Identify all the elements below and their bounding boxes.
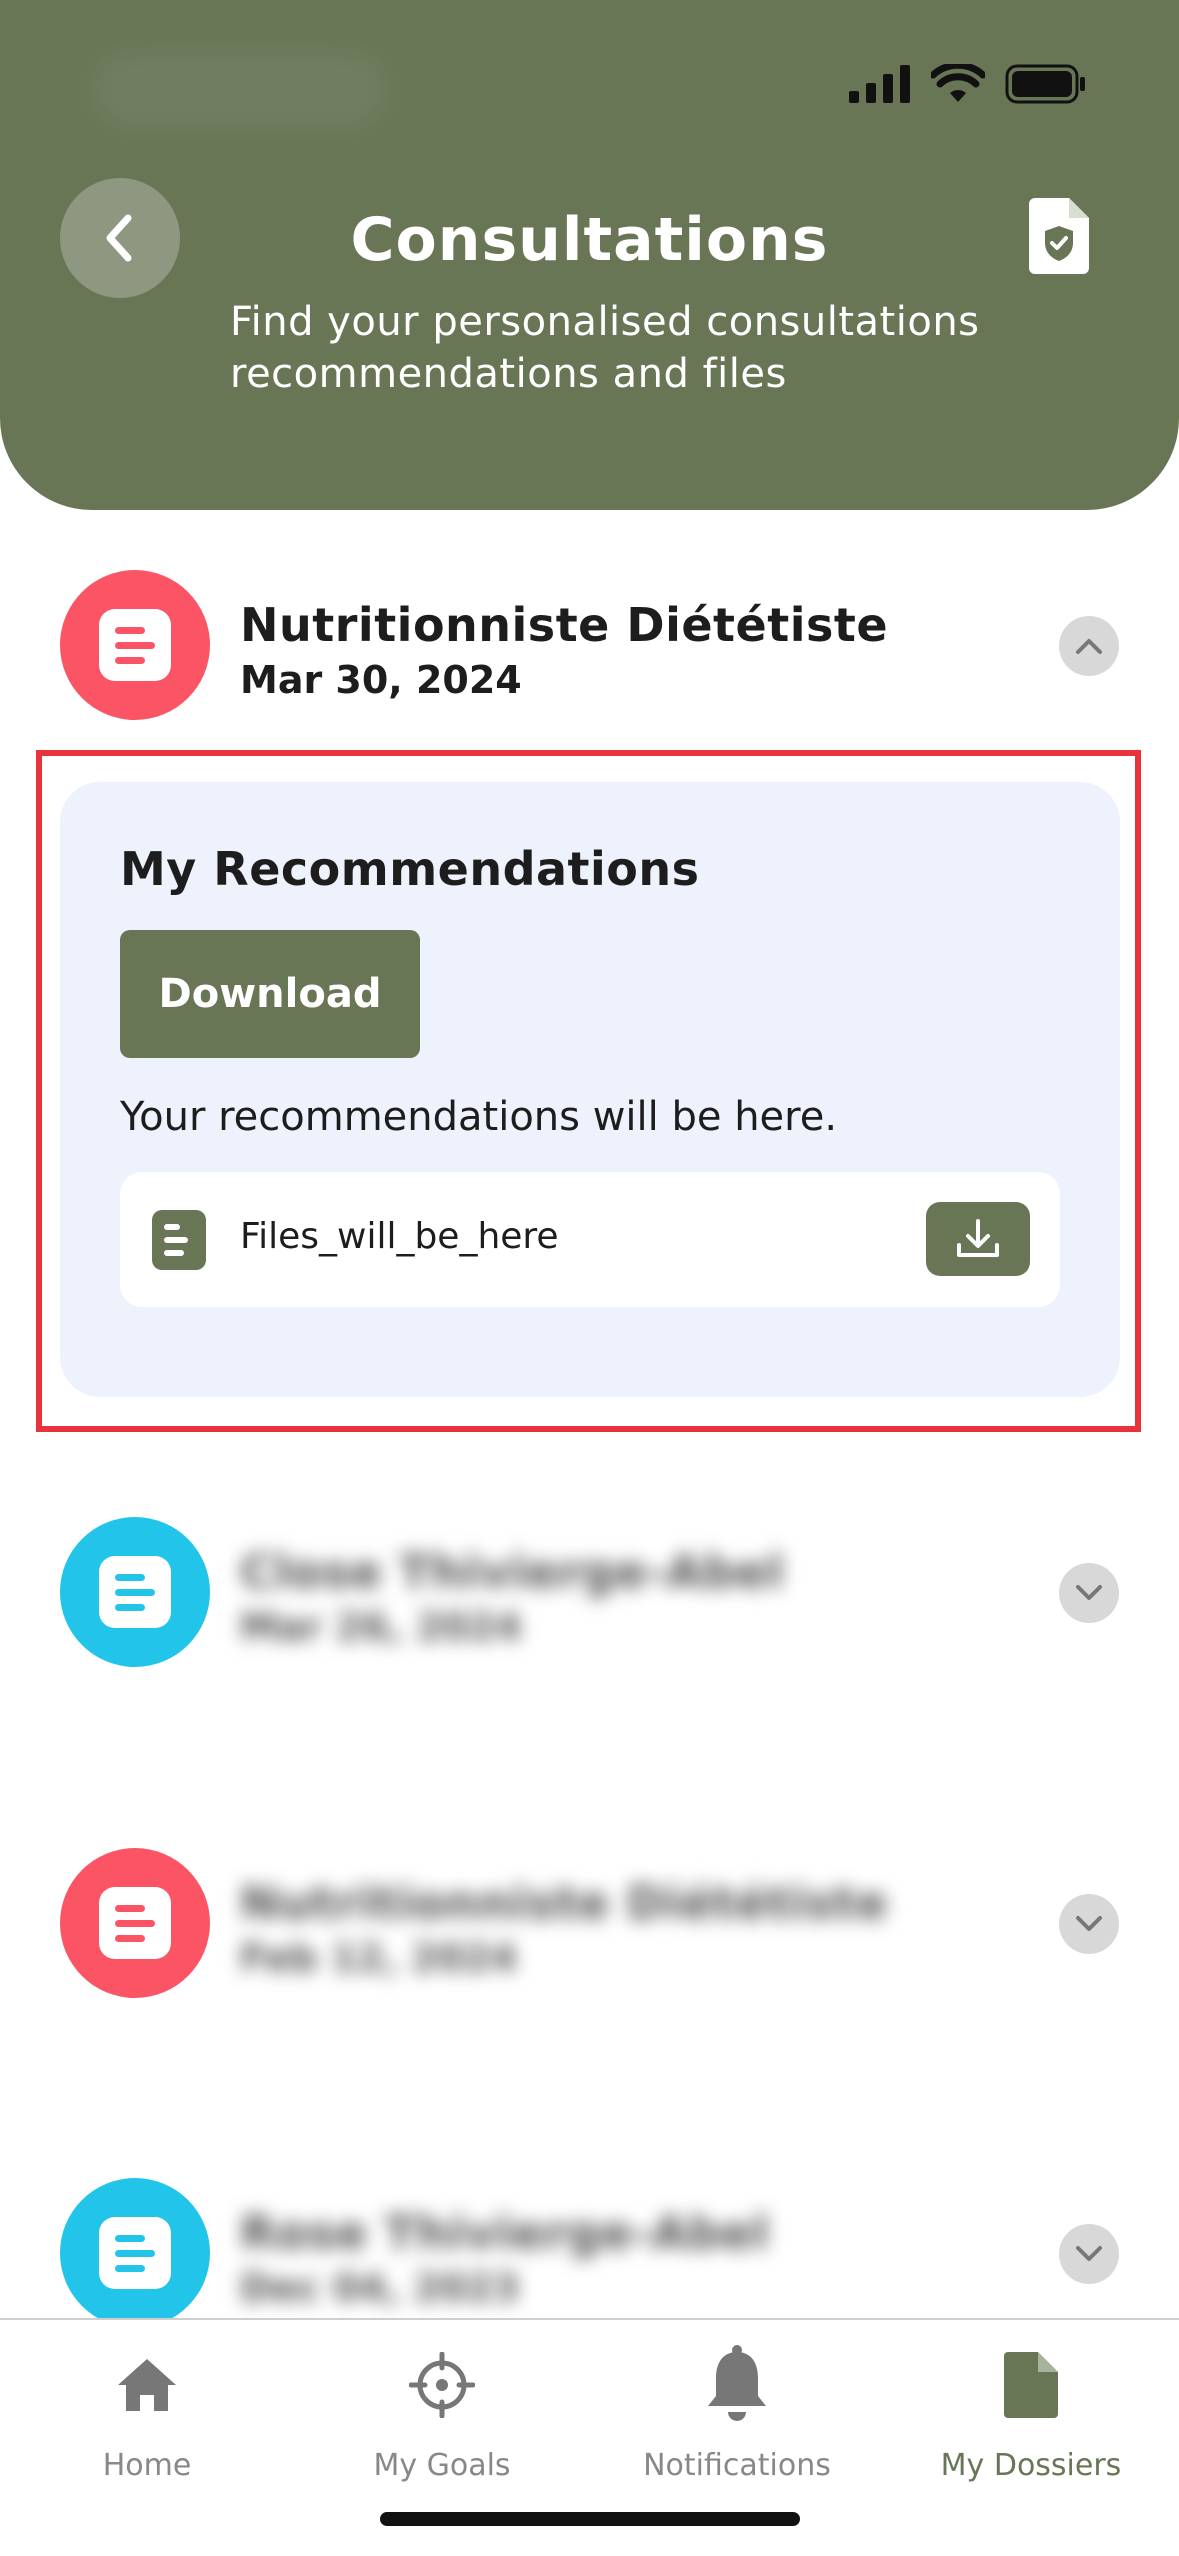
- tab-my-goals[interactable]: My Goals: [295, 2340, 589, 2490]
- consultation-name: Nutritionniste Diététiste: [240, 598, 889, 652]
- download-icon: [957, 1219, 999, 1257]
- consultation-date: Feb 12, 2024: [240, 1936, 517, 1980]
- consultation-avatar: [60, 1517, 210, 1667]
- chevron-down-icon: [1076, 2246, 1102, 2261]
- consultation-avatar: [60, 570, 210, 720]
- chevron-down-icon: [1076, 1916, 1102, 1931]
- consultation-avatar: [60, 2178, 210, 2328]
- signal-icon: [849, 65, 910, 103]
- tab-label: Notifications: [643, 2448, 831, 2483]
- document-icon: [1004, 2352, 1058, 2418]
- document-lines-icon: [99, 609, 171, 681]
- collapse-button[interactable]: [1059, 616, 1119, 676]
- tab-my-dossiers[interactable]: My Dossiers: [884, 2340, 1178, 2490]
- tab-label: Home: [102, 2448, 192, 2483]
- tab-notifications[interactable]: Notifications: [590, 2340, 884, 2490]
- recommendations-title: My Recommendations: [120, 842, 700, 896]
- status-time-blurred: [90, 50, 390, 130]
- expand-button[interactable]: [1059, 2224, 1119, 2284]
- consultation-name: Rose Thivierge-Abel: [240, 2206, 770, 2260]
- tab-home[interactable]: Home: [0, 2340, 294, 2490]
- page-title: Consultations: [350, 205, 829, 275]
- expand-button[interactable]: [1059, 1563, 1119, 1623]
- consultation-avatar: [60, 1848, 210, 1998]
- recommendations-description: Your recommendations will be here.: [120, 1094, 838, 1140]
- wifi-icon: [931, 64, 985, 102]
- status-bar-icons: [849, 64, 1087, 104]
- consultation-row[interactable]: Rose Thivierge-Abel Dec 04, 2023: [0, 2178, 1179, 2338]
- download-button[interactable]: Download: [120, 930, 420, 1058]
- document-lines-icon: [99, 1556, 171, 1628]
- document-shield-button[interactable]: [1029, 198, 1089, 278]
- file-download-button[interactable]: [926, 1202, 1030, 1276]
- home-indicator[interactable]: [380, 2512, 800, 2526]
- document-lines-icon: [99, 1887, 171, 1959]
- consultation-date: Mar 30, 2024: [240, 658, 522, 702]
- expand-button[interactable]: [1059, 1894, 1119, 1954]
- battery-icon: [1005, 64, 1085, 104]
- consultation-row[interactable]: Close Thivierge-Abel Mar 26, 2024: [0, 1517, 1179, 1677]
- home-icon: [118, 2359, 176, 2411]
- tab-label: My Goals: [373, 2448, 511, 2483]
- consultation-row[interactable]: Nutritionniste Diététiste Feb 12, 2024: [0, 1848, 1179, 2008]
- file-name: Files_will_be_here: [240, 1216, 559, 1257]
- bell-icon: [708, 2345, 766, 2421]
- consultation-date: Mar 26, 2024: [240, 1605, 522, 1649]
- consultation-name: Close Thivierge-Abel: [240, 1545, 784, 1599]
- header: Consultations Find your personalised con…: [0, 0, 1179, 510]
- consultation-date: Dec 04, 2023: [240, 2266, 520, 2310]
- chevron-down-icon: [1076, 1585, 1102, 1600]
- tab-label: My Dossiers: [940, 2448, 1122, 2483]
- file-item[interactable]: Files_will_be_here: [120, 1172, 1060, 1307]
- consultation-name: Nutritionniste Diététiste: [240, 1876, 889, 1930]
- consultation-row[interactable]: Nutritionniste Diététiste Mar 30, 2024: [0, 570, 1179, 730]
- page-subtitle: Find your personalised consultations rec…: [230, 299, 980, 397]
- chevron-up-icon: [1076, 639, 1102, 654]
- document-lines-icon: [99, 2217, 171, 2289]
- target-icon: [409, 2352, 475, 2418]
- recommendations-panel: My Recommendations Download Your recomme…: [60, 782, 1120, 1397]
- document-shield-icon: [1029, 198, 1089, 274]
- file-icon: [152, 1210, 206, 1270]
